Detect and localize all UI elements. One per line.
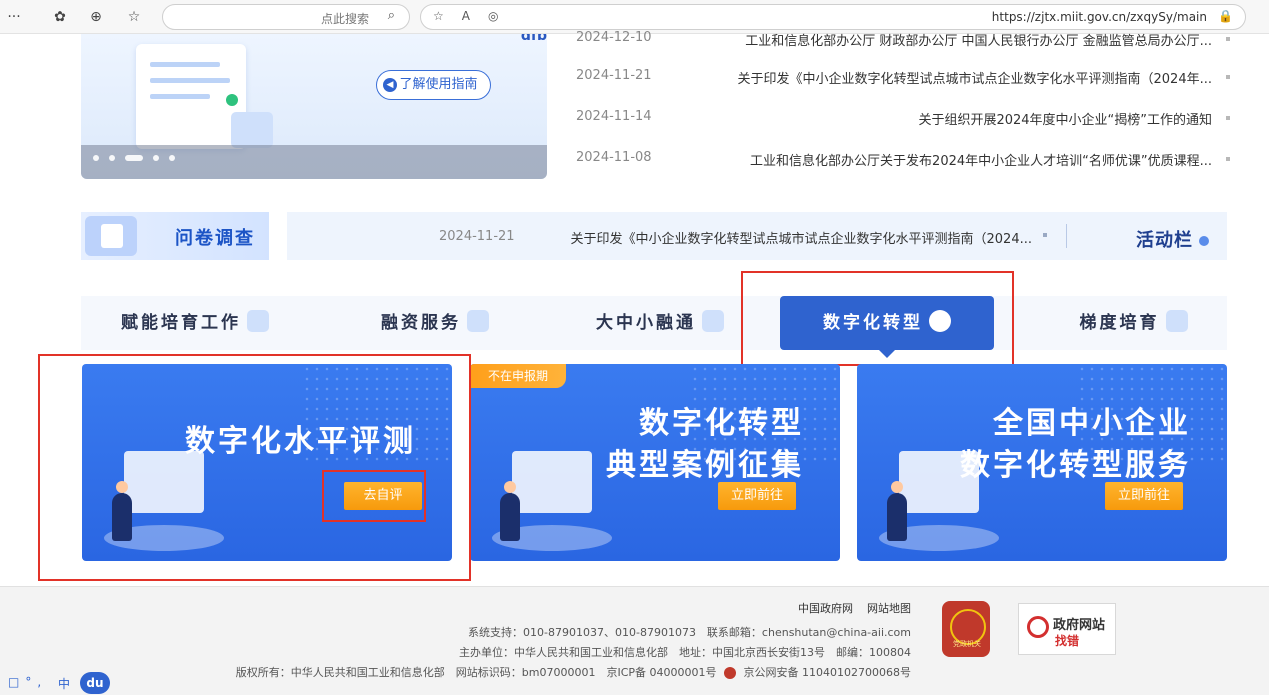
favorites-list-icon[interactable]: ☆ — [124, 7, 144, 27]
status-badge: 不在申报期 — [470, 364, 566, 388]
extensions-icon[interactable]: ✿ — [50, 7, 70, 27]
link-gov-cn[interactable]: 中国政府网 — [798, 602, 853, 615]
card-transformation-service[interactable]: 全国中小企业 数字化转型服务 立即前往 — [857, 364, 1227, 561]
news-item[interactable]: 2024-12-10 工业和信息化部办公厅 财政部办公厅 中国人民银行办公厅 金… — [570, 30, 1230, 50]
news-item[interactable]: 2024-11-08 工业和信息化部办公厅关于发布2024年中小企业人才培训“名… — [570, 150, 1230, 170]
collections-icon[interactable]: ⊕ — [86, 7, 106, 27]
ime-mode[interactable]: 中 — [58, 675, 70, 692]
carousel-dot[interactable] — [109, 155, 115, 161]
chevron-right-icon: ◀ — [383, 78, 397, 92]
activity-item-date: 2024-11-21 — [439, 229, 515, 244]
activity-bar: 活动栏 关于印发《中小企业数字化转型试点城市试点企业数字化水平评测指南（2024… — [287, 212, 1227, 260]
address-bar[interactable]: ☆A◎ https://zjtx.miit.gov.cn/zxqySy/main… — [420, 4, 1246, 30]
magnifier-icon — [1027, 616, 1049, 638]
carousel-dots[interactable] — [93, 146, 185, 165]
carousel-dot-active[interactable] — [125, 155, 143, 161]
support-line: 系统支持：010-87901037、010-87901073 联系邮箱：chen… — [468, 626, 911, 639]
tab-icon — [247, 310, 269, 332]
go-now-button[interactable]: 立即前往 — [1105, 482, 1183, 510]
news-item[interactable]: 2024-11-21 关于印发《中小企业数字化转型试点城市试点企业数字化水平评测… — [570, 68, 1230, 88]
tab-icon — [702, 310, 724, 332]
search-box[interactable]: 点此搜索 ⌕ — [162, 4, 410, 30]
ime-logo-icon[interactable]: du — [80, 672, 110, 694]
footer-links: 中国政府网 网站地图 — [784, 600, 911, 616]
tab-gradient-cultivation[interactable]: 梯度培育 — [1040, 296, 1227, 350]
tab-icon — [467, 310, 489, 332]
link-site-map[interactable]: 网站地图 — [867, 602, 911, 615]
copyright-line: 版权所有：中华人民共和国工业和信息化部 网站标识码：bm07000001 京IC… — [235, 666, 911, 679]
document-illustration — [492, 441, 612, 551]
banner-title-partial: dfb — [520, 34, 547, 44]
footer: 政府网站 找错 党政机关 中国政府网 网站地图 系统支持：010-87901037… — [0, 586, 1269, 695]
search-icon[interactable]: ⌕ — [388, 8, 395, 23]
survey-banner[interactable]: 问卷调查 — [81, 212, 269, 260]
news-item[interactable]: 2024-11-14 关于组织开展2024年度中小企业“揭榜”工作的通知 — [570, 109, 1230, 129]
address-action-icons[interactable]: ☆A◎ — [433, 9, 516, 23]
clipboard-icon — [85, 216, 137, 256]
lock-icon[interactable]: 🔒 — [1218, 9, 1233, 23]
activity-item-title[interactable]: 关于印发《中小企业数字化转型试点城市试点企业数字化水平评测指南（2024... — [571, 228, 1032, 247]
activity-icon — [1199, 236, 1209, 246]
activity-label: 活动栏 — [1136, 226, 1209, 252]
card-case-collection[interactable]: 不在申报期 数字化转型 典型案例征集 立即前往 — [470, 364, 840, 561]
browser-toolbar: ··· ✿ ⊕ ☆ 点此搜索 ⌕ ☆A◎ https://zjtx.miit.g… — [0, 0, 1269, 34]
search-input[interactable]: 点此搜索 — [321, 10, 369, 27]
go-now-button[interactable]: 立即前往 — [718, 482, 796, 510]
url-text[interactable]: https://zjtx.miit.gov.cn/zxqySy/main — [992, 10, 1207, 24]
host-line: 主办单位：中华人民共和国工业和信息化部 地址：中国北京西长安街13号 邮编：10… — [459, 646, 911, 659]
tab-financing-service[interactable]: 融资服务 — [345, 296, 525, 350]
more-menu-icon[interactable]: ··· — [4, 7, 24, 27]
banner-dot-icon — [226, 94, 238, 106]
usage-guide-button[interactable]: ◀ 了解使用指南 — [376, 70, 491, 100]
cursor-icon — [231, 112, 273, 148]
tab-empowerment-work[interactable]: 赋能培育工作 — [95, 296, 295, 350]
highlight-box — [322, 470, 426, 522]
gov-site-error-badge[interactable]: 政府网站 找错 — [1018, 603, 1116, 655]
carousel-dot[interactable] — [169, 155, 175, 161]
police-badge-icon — [724, 667, 737, 679]
highlight-box — [38, 354, 471, 581]
survey-label[interactable]: 问卷调查 — [175, 224, 255, 250]
tab-icon — [1165, 310, 1188, 332]
highlight-box — [741, 271, 1014, 366]
carousel-dot[interactable] — [93, 155, 99, 161]
ime-tools-icon[interactable]: □°, — [8, 675, 47, 689]
divider — [1066, 224, 1067, 248]
carousel-dot[interactable] — [153, 155, 159, 161]
banner-carousel[interactable]: dfb ◀ 了解使用指南 — [81, 34, 547, 179]
tab-large-small-integration[interactable]: 大中小融通 — [570, 296, 750, 350]
dashboard-illustration — [879, 441, 999, 551]
